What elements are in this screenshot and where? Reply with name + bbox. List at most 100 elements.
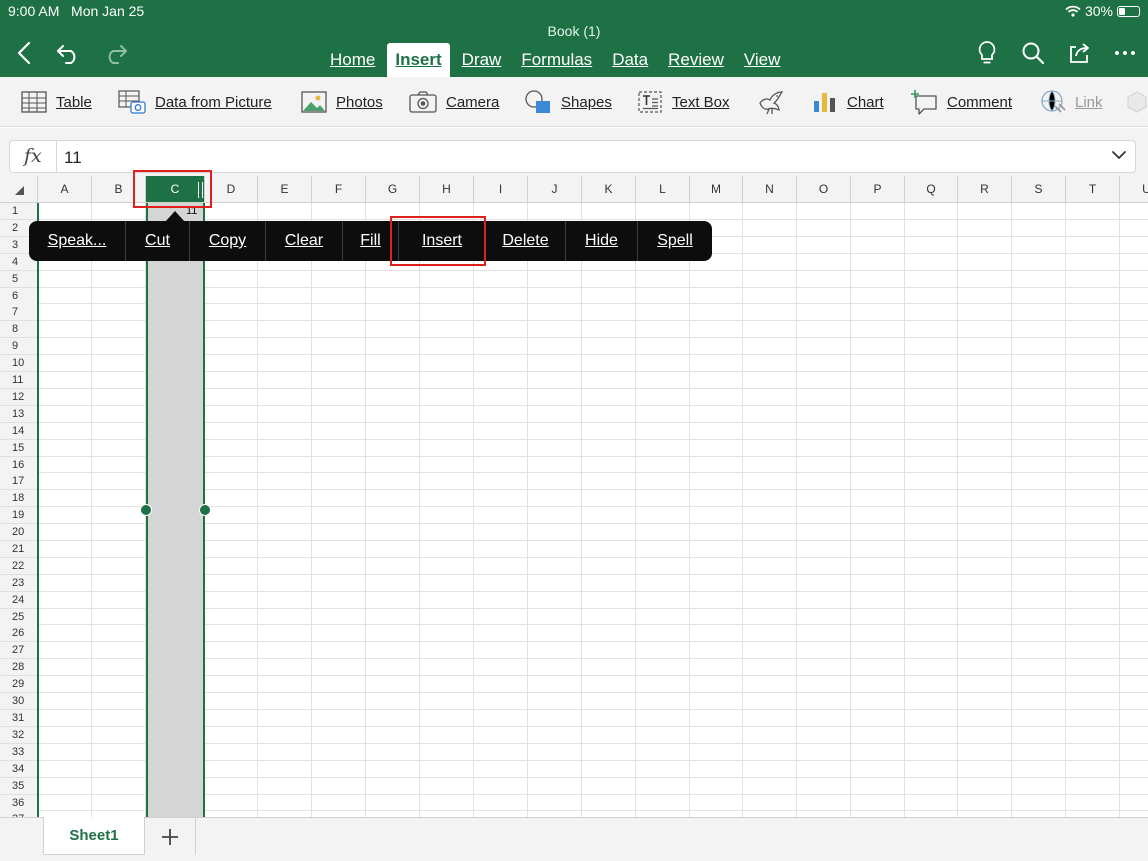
spreadsheet-grid[interactable]: ABCDEFGHIJKLMNOPQRSTU 1 2 3 4 5 6 7 8 9 10 11 12 13 1… [0, 176, 1148, 817]
tab-home[interactable]: Home [322, 43, 383, 77]
column-header-o[interactable]: O [797, 176, 851, 203]
back-button[interactable] [9, 38, 39, 68]
row-header-33[interactable]: 33 [0, 744, 38, 761]
shapes-icon [525, 90, 550, 113]
tab-formulas[interactable]: Formulas [513, 43, 600, 77]
row-header-15[interactable]: 15 [0, 440, 38, 457]
insert-icons-button[interactable] [757, 87, 785, 117]
column-header-g[interactable]: G [366, 176, 420, 203]
row-header-17[interactable]: 17 [0, 473, 38, 490]
menu-item-delete[interactable]: Delete [486, 221, 566, 261]
row-header-27[interactable]: 27 [0, 642, 38, 659]
tab-review[interactable]: Review [660, 43, 732, 77]
menu-item-cut[interactable]: Cut [126, 221, 190, 261]
insert-chart-button[interactable]: Chart [812, 87, 884, 117]
selection-handle-right[interactable] [199, 504, 211, 516]
share-button[interactable] [1064, 38, 1094, 68]
column-header-r[interactable]: R [958, 176, 1012, 203]
redo-button[interactable] [100, 38, 130, 68]
row-header-8[interactable]: 8 [0, 321, 38, 338]
undo-icon [57, 45, 76, 64]
column-header-e[interactable]: E [258, 176, 312, 203]
insert-camera-button[interactable]: Camera [409, 87, 499, 117]
column-header-m[interactable]: M [690, 176, 743, 203]
add-sheet-button[interactable] [145, 818, 196, 855]
column-header-u[interactable]: U [1120, 176, 1148, 203]
cube-icon [1127, 91, 1147, 113]
row-header-7[interactable]: 7 [0, 304, 38, 321]
column-header-j[interactable]: J [528, 176, 582, 203]
tab-insert[interactable]: Insert [387, 43, 450, 77]
menu-item-copy[interactable]: Copy [190, 221, 266, 261]
row-header-31[interactable]: 31 [0, 710, 38, 727]
tab-view[interactable]: View [736, 43, 789, 77]
column-header-n[interactable]: N [743, 176, 797, 203]
row-header-30[interactable]: 30 [0, 693, 38, 710]
row-header-10[interactable]: 10 [0, 355, 38, 372]
column-header-s[interactable]: S [1012, 176, 1066, 203]
insert-shapes-button[interactable]: Shapes [524, 87, 612, 117]
chevron-down-icon[interactable] [1111, 147, 1127, 163]
column-header-t[interactable]: T [1066, 176, 1120, 203]
row-header-34[interactable]: 34 [0, 761, 38, 778]
ribbon-tabs: Home Insert Draw Formulas Data Review Vi… [320, 43, 790, 77]
menu-item-clear[interactable]: Clear [266, 221, 343, 261]
undo-button[interactable] [54, 38, 84, 68]
search-button[interactable] [1018, 38, 1048, 68]
formula-input[interactable]: 11 [64, 148, 82, 168]
row-header-23[interactable]: 23 [0, 575, 38, 592]
row-header-26[interactable]: 26 [0, 625, 38, 642]
row-header-16[interactable]: 16 [0, 457, 38, 474]
column-header-d[interactable]: D [205, 176, 258, 203]
column-header-q[interactable]: Q [905, 176, 958, 203]
insert-comment-button[interactable]: Comment [910, 87, 1012, 117]
insert-text-box-button[interactable]: Text Box [637, 87, 730, 117]
menu-item-spell[interactable]: Spell [638, 221, 712, 261]
select-all-corner[interactable] [0, 176, 38, 203]
row-header-14[interactable]: 14 [0, 423, 38, 440]
menu-item-speak[interactable]: Speak... [29, 221, 126, 261]
column-header-h[interactable]: H [420, 176, 474, 203]
column-header-l[interactable]: L [636, 176, 690, 203]
row-header-28[interactable]: 28 [0, 659, 38, 676]
row-header-1[interactable]: 1 [0, 203, 38, 220]
row-header-20[interactable]: 20 [0, 524, 38, 541]
tab-data[interactable]: Data [604, 43, 656, 77]
tab-draw[interactable]: Draw [454, 43, 510, 77]
row-header-6[interactable]: 6 [0, 288, 38, 305]
chart-icon [814, 93, 835, 112]
document-title: Book (1) [547, 23, 601, 39]
formula-bar[interactable]: fx 11 [9, 140, 1136, 173]
tell-me-button[interactable] [972, 38, 1002, 68]
selection-handle-left[interactable] [140, 504, 152, 516]
row-header-18[interactable]: 18 [0, 490, 38, 507]
row-header-5[interactable]: 5 [0, 271, 38, 288]
row-header-29[interactable]: 29 [0, 676, 38, 693]
row-header-21[interactable]: 21 [0, 541, 38, 558]
column-header-i[interactable]: I [474, 176, 528, 203]
menu-item-hide[interactable]: Hide [566, 221, 638, 261]
row-header-11[interactable]: 11 [0, 372, 38, 389]
insert-link-button[interactable]: Link [1040, 87, 1103, 117]
column-header-f[interactable]: F [312, 176, 366, 203]
row-header-12[interactable]: 12 [0, 389, 38, 406]
sheet-tab-sheet1[interactable]: Sheet1 [43, 817, 145, 855]
selected-column-c[interactable] [146, 203, 205, 817]
column-header-a[interactable]: A [38, 176, 92, 203]
more-button[interactable] [1110, 38, 1140, 68]
row-header-19[interactable]: 19 [0, 507, 38, 524]
row-header-24[interactable]: 24 [0, 592, 38, 609]
row-header-22[interactable]: 22 [0, 558, 38, 575]
data-from-picture-button[interactable]: Data from Picture [118, 87, 272, 117]
row-header-36[interactable]: 36 [0, 795, 38, 812]
row-header-9[interactable]: 9 [0, 338, 38, 355]
column-header-k[interactable]: K [582, 176, 636, 203]
ribbon-overflow-item[interactable] [1126, 87, 1148, 117]
insert-photos-button[interactable]: Photos [301, 87, 383, 117]
column-header-p[interactable]: P [851, 176, 905, 203]
row-header-32[interactable]: 32 [0, 727, 38, 744]
row-header-25[interactable]: 25 [0, 609, 38, 626]
insert-table-button[interactable]: Table [21, 87, 92, 117]
row-header-13[interactable]: 13 [0, 406, 38, 423]
row-header-35[interactable]: 35 [0, 778, 38, 795]
